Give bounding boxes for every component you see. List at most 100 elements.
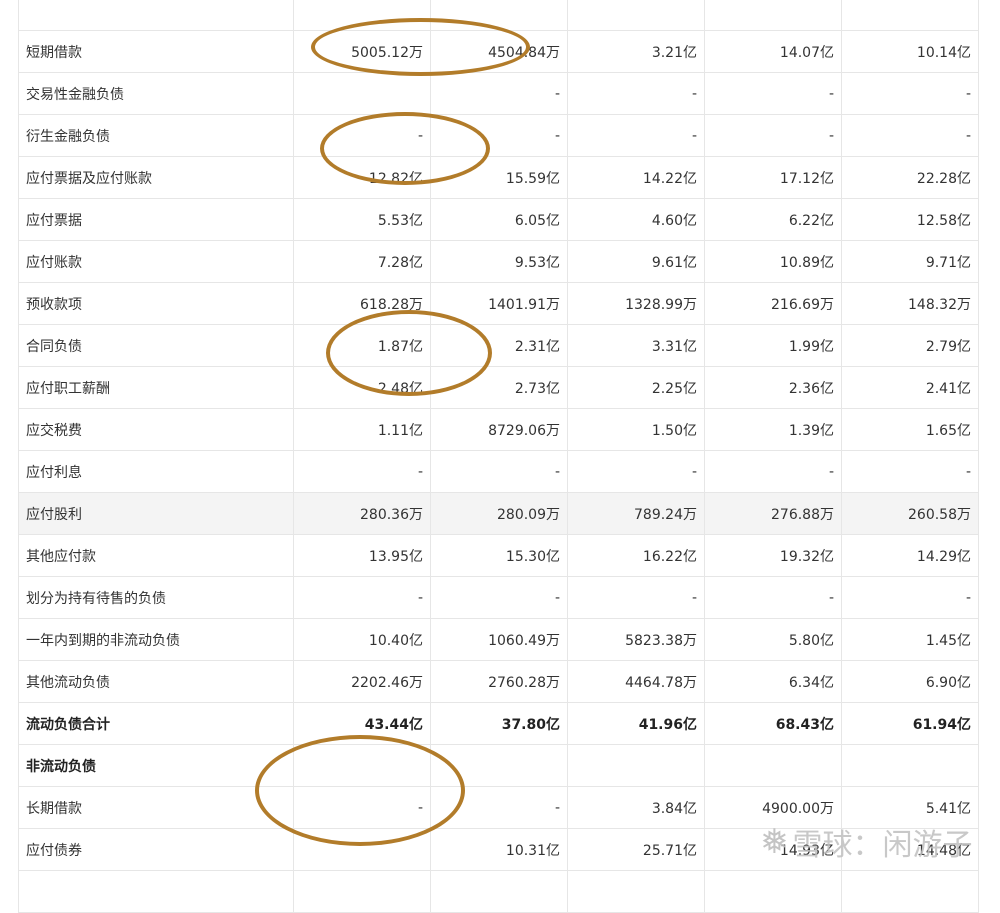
- cell-value: 1.99亿: [704, 324, 842, 367]
- cell-value: 19.32亿: [704, 534, 842, 577]
- table-row: 应付利息 - - - - -: [18, 450, 979, 493]
- cell-value: 280.36万: [293, 492, 431, 535]
- cell-value: 2.73亿: [430, 366, 568, 409]
- cell-value: 6.34亿: [704, 660, 842, 703]
- cell-value: 10.14亿: [841, 30, 979, 73]
- table-row: 其他应付款 13.95亿 15.30亿 16.22亿 19.32亿 14.29亿: [18, 534, 979, 577]
- cell-value: -: [430, 72, 568, 115]
- cell-value: 2760.28万: [430, 660, 568, 703]
- cell-value: 43.44亿: [293, 702, 431, 745]
- table-row: 交易性金融负债 - - - -: [18, 72, 979, 115]
- table-row: 应付账款 7.28亿 9.53亿 9.61亿 10.89亿 9.71亿: [18, 240, 979, 283]
- watermark: ❅ 雪球：闲游子: [760, 820, 973, 864]
- cell-value: -: [841, 72, 979, 115]
- watermark-text: 雪球：闲游子: [792, 828, 973, 863]
- cell-value: 4.60亿: [567, 198, 705, 241]
- cell-value: -: [567, 72, 705, 115]
- cell-value: [430, 744, 568, 787]
- cell-value: 276.88万: [704, 492, 842, 535]
- cell-value: 1060.49万: [430, 618, 568, 661]
- table-row: 短期借款 5005.12万 4504.84万 3.21亿 14.07亿 10.14亿: [18, 30, 979, 73]
- cell-value: 41.96亿: [567, 702, 705, 745]
- row-label: 应付股利: [18, 492, 294, 535]
- cell-value: [293, 870, 431, 913]
- table-row: 流动负债合计 43.44亿 37.80亿 41.96亿 68.43亿 61.94亿: [18, 702, 979, 745]
- cell-value: [704, 870, 842, 913]
- row-label: 应付债券: [18, 828, 294, 871]
- cell-value: 2.79亿: [841, 324, 979, 367]
- cell-value: -: [704, 72, 842, 115]
- cell-value: [567, 0, 705, 31]
- cell-value: 9.53亿: [430, 240, 568, 283]
- cell-value: 14.22亿: [567, 156, 705, 199]
- row-label: 应付利息: [18, 450, 294, 493]
- cell-value: 12.82亿: [293, 156, 431, 199]
- row-label: 预收款项: [18, 282, 294, 325]
- cell-value: -: [704, 450, 842, 493]
- cell-value: 216.69万: [704, 282, 842, 325]
- cell-value: 2202.46万: [293, 660, 431, 703]
- cell-value: 9.61亿: [567, 240, 705, 283]
- cell-value: -: [567, 450, 705, 493]
- cell-value: -: [841, 450, 979, 493]
- cell-value: 6.90亿: [841, 660, 979, 703]
- cell-value: 7.28亿: [293, 240, 431, 283]
- cell-value: [293, 0, 431, 31]
- row-label: 短期借款: [18, 30, 294, 73]
- cell-value: [841, 744, 979, 787]
- row-label: 长期借款: [18, 786, 294, 829]
- row-label: 应交税费: [18, 408, 294, 451]
- row-label: 应付职工薪酬: [18, 366, 294, 409]
- cell-value: 4464.78万: [567, 660, 705, 703]
- cell-value: 1.11亿: [293, 408, 431, 451]
- cell-value: 17.12亿: [704, 156, 842, 199]
- cell-value: [841, 870, 979, 913]
- cell-value: -: [430, 786, 568, 829]
- cell-value: [293, 828, 431, 871]
- row-label: 交易性金融负债: [18, 72, 294, 115]
- table-row: 应付股利 280.36万 280.09万 789.24万 276.88万 260.58万: [18, 492, 979, 535]
- cell-value: 68.43亿: [704, 702, 842, 745]
- row-label: 一年内到期的非流动负债: [18, 618, 294, 661]
- row-label: 非流动负债: [18, 744, 294, 787]
- table-row: 划分为持有待售的负债 - - - - -: [18, 576, 979, 619]
- row-label: 衍生金融负债: [18, 114, 294, 157]
- cell-value: 1.45亿: [841, 618, 979, 661]
- table-row: 应交税费 1.11亿 8729.06万 1.50亿 1.39亿 1.65亿: [18, 408, 979, 451]
- snowflake-icon: ❅: [760, 822, 789, 862]
- cell-value: 1328.99万: [567, 282, 705, 325]
- cell-value: -: [841, 576, 979, 619]
- row-label: 合同负债: [18, 324, 294, 367]
- table-body: 短期借款 5005.12万 4504.84万 3.21亿 14.07亿 10.14亿 交易性…: [18, 0, 979, 913]
- cell-value: 9.71亿: [841, 240, 979, 283]
- cell-value: 4504.84万: [430, 30, 568, 73]
- cell-value: 3.84亿: [567, 786, 705, 829]
- cell-value: 789.24万: [567, 492, 705, 535]
- cell-value: -: [293, 576, 431, 619]
- cell-value: [293, 744, 431, 787]
- cell-value: -: [430, 114, 568, 157]
- cell-value: 14.07亿: [704, 30, 842, 73]
- cell-value: 61.94亿: [841, 702, 979, 745]
- cell-value: 2.41亿: [841, 366, 979, 409]
- table-row: [18, 0, 979, 31]
- row-label: 流动负债合计: [18, 702, 294, 745]
- cell-value: 25.71亿: [567, 828, 705, 871]
- cell-value: -: [704, 114, 842, 157]
- cell-value: 260.58万: [841, 492, 979, 535]
- cell-value: 6.22亿: [704, 198, 842, 241]
- cell-value: 280.09万: [430, 492, 568, 535]
- row-label: 应付账款: [18, 240, 294, 283]
- cell-value: -: [293, 786, 431, 829]
- cell-value: 1.50亿: [567, 408, 705, 451]
- table-row: [18, 870, 979, 913]
- cell-value: 618.28万: [293, 282, 431, 325]
- table-row: 衍生金融负债 - - - - -: [18, 114, 979, 157]
- cell-value: -: [704, 576, 842, 619]
- table-row: 非流动负债: [18, 744, 979, 787]
- cell-value: -: [567, 114, 705, 157]
- cell-value: 15.30亿: [430, 534, 568, 577]
- cell-value: 2.31亿: [430, 324, 568, 367]
- cell-value: [293, 72, 431, 115]
- cell-value: 3.21亿: [567, 30, 705, 73]
